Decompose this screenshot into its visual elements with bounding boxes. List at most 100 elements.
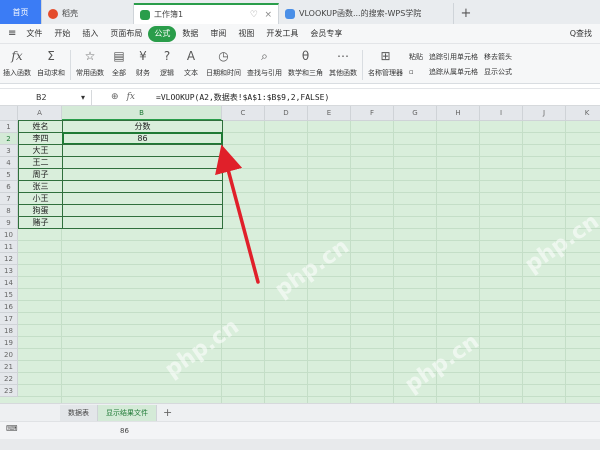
column-header-h[interactable]: H: [437, 106, 480, 121]
column-header-a[interactable]: A: [18, 106, 62, 121]
logic-button[interactable]: ? 逻辑: [155, 47, 179, 83]
lookup-button[interactable]: ⌕ 查找与引用: [244, 47, 285, 83]
row-header[interactable]: 16: [0, 301, 18, 313]
sheet-tab-result[interactable]: 显示结果文件: [98, 404, 157, 421]
row-header[interactable]: 2: [0, 133, 18, 145]
row-header[interactable]: 22: [0, 373, 18, 385]
row-header[interactable]: 12: [0, 253, 18, 265]
row-header[interactable]: 1: [0, 121, 18, 133]
all-functions-label: 全部: [112, 69, 126, 77]
row-header[interactable]: 15: [0, 289, 18, 301]
name-box[interactable]: B2 ▾: [0, 89, 92, 105]
row-header[interactable]: 20: [0, 349, 18, 361]
row-header[interactable]: 10: [0, 229, 18, 241]
column-header-d[interactable]: D: [265, 106, 308, 121]
spreadsheet-grid[interactable]: ABCDEFGHIJK 1 2 3 4 5 6 7 8 9 10 11 12 13 14 15 16 17 18 1…: [0, 106, 600, 403]
table-cell-name[interactable]: 赌子: [18, 216, 63, 229]
chevron-down-icon[interactable]: ▾: [81, 93, 85, 102]
star-icon: ☆: [84, 49, 96, 63]
menu-home[interactable]: 开始: [48, 26, 76, 42]
row-header[interactable]: 23: [0, 385, 18, 397]
browser-icon: [285, 8, 295, 19]
menu-insert[interactable]: 插入: [76, 26, 104, 42]
column-header-e[interactable]: E: [308, 106, 351, 121]
row-header[interactable]: 18: [0, 325, 18, 337]
row-header[interactable]: 4: [0, 157, 18, 169]
paste-group: 粘贴 ▫: [406, 47, 426, 83]
menu-data[interactable]: 数据: [176, 26, 204, 42]
all-functions-button[interactable]: ▤ 全部: [107, 47, 131, 83]
watermark: php.cn: [520, 209, 600, 278]
tab-docer[interactable]: 稻壳: [42, 3, 134, 24]
fx-icon[interactable]: fx: [127, 92, 135, 102]
table-cell-score[interactable]: [62, 216, 223, 229]
row-header[interactable]: 5: [0, 169, 18, 181]
more-icon: ⋯: [337, 49, 349, 63]
remove-arrows-button[interactable]: 移去箭头: [484, 50, 512, 65]
tab-web[interactable]: VLOOKUP函数...的搜索-WPS学院: [279, 3, 454, 24]
row-header[interactable]: 9: [0, 217, 18, 229]
formula-input[interactable]: =VLOOKUP(A2,数据表!$A$1:$B$9,2,FALSE): [154, 92, 329, 103]
row-header[interactable]: 17: [0, 313, 18, 325]
row-header[interactable]: 11: [0, 241, 18, 253]
column-header-g[interactable]: G: [394, 106, 437, 121]
row-header[interactable]: 21: [0, 361, 18, 373]
tab-web-label: VLOOKUP函数...的搜索-WPS学院: [299, 9, 422, 18]
select-all-corner[interactable]: [0, 106, 18, 121]
text-label: 文本: [184, 69, 198, 77]
autosum-button[interactable]: Σ 自动求和: [34, 47, 68, 83]
row-header[interactable]: 8: [0, 205, 18, 217]
menu-file[interactable]: 文件: [20, 26, 48, 42]
show-formulas-button[interactable]: 显示公式: [484, 65, 512, 80]
math-button[interactable]: θ 数学和三角: [285, 47, 326, 83]
column-header-c[interactable]: C: [222, 106, 265, 121]
paste-button[interactable]: 粘贴: [409, 50, 423, 65]
lookup-icon: ⌕: [261, 48, 268, 63]
math-icon: θ: [301, 49, 310, 63]
menu-page-layout[interactable]: 页面布局: [104, 26, 148, 42]
menu-developer[interactable]: 开发工具: [260, 26, 304, 42]
menu-member[interactable]: 会员专享: [304, 26, 348, 42]
divider: [362, 50, 363, 80]
row-header[interactable]: 19: [0, 337, 18, 349]
sheet-tab-data[interactable]: 数据表: [60, 404, 98, 421]
datetime-button[interactable]: ◷ 日期和时间: [203, 47, 244, 83]
menu-review[interactable]: 审阅: [204, 26, 232, 42]
finance-button[interactable]: ¥ 财务: [131, 47, 155, 83]
row-header[interactable]: 13: [0, 265, 18, 277]
tab-home[interactable]: 首页: [0, 0, 42, 24]
row-header[interactable]: 14: [0, 277, 18, 289]
column-header-i[interactable]: I: [480, 106, 523, 121]
add-tab-button[interactable]: +: [454, 3, 478, 24]
pin-icon[interactable]: ♡: [250, 10, 258, 20]
text-button[interactable]: A 文本: [179, 47, 203, 83]
trace-precedents-button[interactable]: 追踪引用单元格: [429, 50, 478, 65]
add-sheet-button[interactable]: +: [157, 406, 178, 419]
close-icon[interactable]: ×: [264, 10, 272, 20]
lookup-label: 查找与引用: [247, 69, 282, 77]
search-icon[interactable]: ⊕: [111, 92, 119, 102]
column-header-f[interactable]: F: [351, 106, 394, 121]
trace-group: 追踪引用单元格 追踪从属单元格: [426, 47, 481, 83]
menu-view[interactable]: 视图: [232, 26, 260, 42]
tag-icon: ⊞: [380, 49, 391, 63]
common-functions-button[interactable]: ☆ 常用函数: [73, 47, 107, 83]
menu-formulas[interactable]: 公式: [148, 25, 177, 42]
menu-search[interactable]: Q查找: [564, 26, 600, 42]
tab-workbook[interactable]: 工作簿1 ♡ ×: [134, 3, 279, 24]
column-header-k[interactable]: K: [566, 106, 600, 121]
paste-alt-button[interactable]: ▫: [409, 65, 423, 80]
column-header-b[interactable]: B: [62, 106, 222, 121]
other-functions-button[interactable]: ⋯ 其他函数: [326, 47, 360, 83]
menu-hamburger-icon[interactable]: ≡: [0, 26, 20, 42]
logic-icon: ?: [163, 49, 171, 63]
row-header[interactable]: 7: [0, 193, 18, 205]
insert-function-button[interactable]: fx 插入函数: [0, 47, 34, 83]
gridline: [350, 121, 351, 403]
column-header-j[interactable]: J: [523, 106, 566, 121]
row-header[interactable]: 3: [0, 145, 18, 157]
trace-dependents-button[interactable]: 追踪从属单元格: [429, 65, 478, 80]
name-manager-button[interactable]: ⊞ 名称管理器: [365, 47, 406, 83]
row-header[interactable]: 6: [0, 181, 18, 193]
keyboard-icon[interactable]: ⌨: [6, 424, 18, 433]
